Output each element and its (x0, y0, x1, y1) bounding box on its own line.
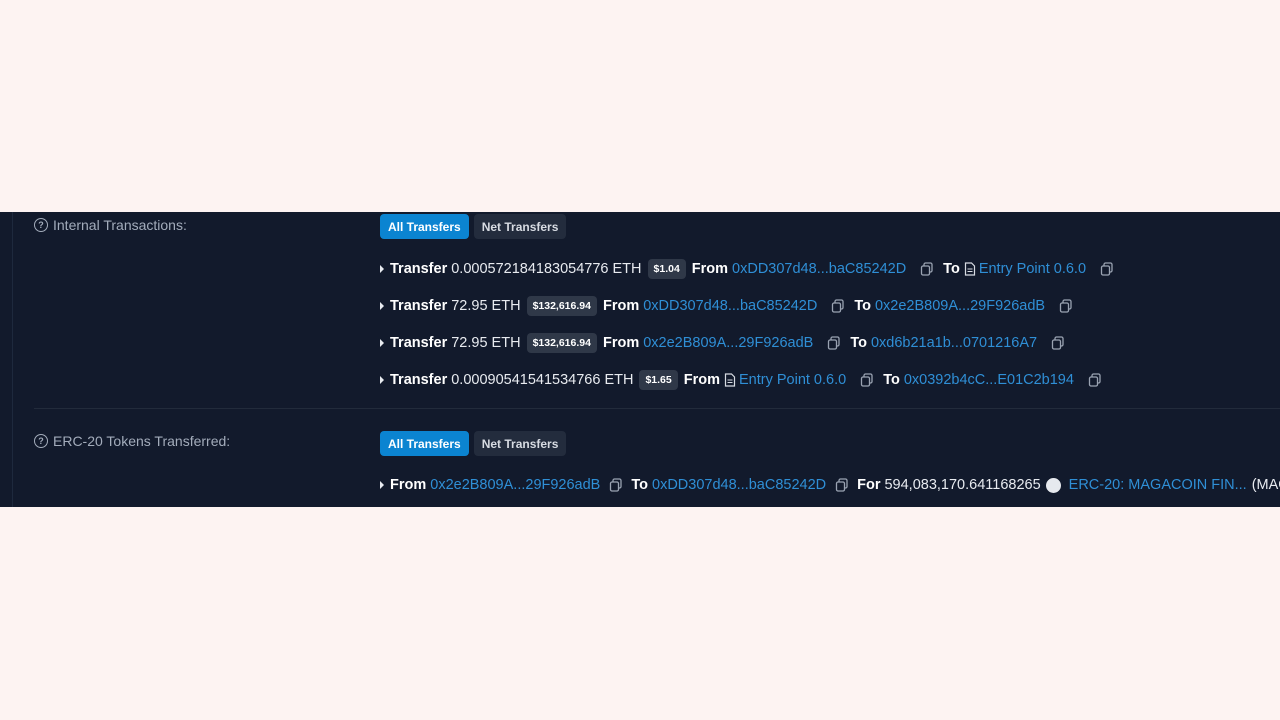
from-keyword: From (390, 477, 427, 493)
copy-icon[interactable] (827, 336, 841, 350)
erc20-transfer-tabs: All Transfers Net Transfers (380, 431, 567, 456)
transfer-amount: 72.95 ETH (451, 335, 521, 351)
to-address-link[interactable]: 0x0392b4cC...E01C2b194 (904, 372, 1074, 388)
from-address-link[interactable]: 0xDD307d48...baC85242D (732, 261, 906, 277)
help-circle-icon[interactable]: ? (34, 218, 48, 232)
token-link[interactable]: ERC-20: MAGACOIN FIN... (1069, 477, 1247, 493)
tab-net-transfers[interactable]: Net Transfers (473, 431, 567, 456)
to-keyword: To (883, 372, 900, 388)
usd-value-badge: $1.04 (647, 259, 686, 279)
copy-icon[interactable] (860, 373, 874, 387)
to-keyword: To (850, 335, 867, 351)
token-logo-icon (1045, 477, 1061, 493)
internal-transfer-tabs: All Transfers Net Transfers (380, 214, 567, 239)
usd-value-badge: $132,616.94 (526, 296, 597, 316)
caret-right-icon[interactable] (380, 265, 384, 273)
copy-icon[interactable] (920, 262, 934, 276)
copy-icon[interactable] (609, 478, 623, 492)
caret-right-icon[interactable] (380, 376, 384, 384)
copy-icon[interactable] (1100, 262, 1114, 276)
to-address-link[interactable]: 0xDD307d48...baC85242D (652, 477, 826, 493)
contract-file-icon (964, 262, 975, 276)
copy-icon[interactable] (1059, 299, 1073, 313)
transfer-keyword: Transfer (390, 298, 448, 314)
help-circle-icon[interactable]: ? (34, 434, 48, 448)
internal-transfer-row: Transfer 0.00090541541534766 ETH $1.65 F… (380, 369, 1111, 391)
from-keyword: From (683, 372, 720, 388)
panel-left-border (12, 212, 13, 507)
copy-icon[interactable] (835, 478, 849, 492)
contract-file-icon (724, 373, 736, 387)
copy-icon[interactable] (1088, 373, 1102, 387)
token-symbol: (MAG (1251, 477, 1280, 493)
transfer-amount: 72.95 ETH (451, 298, 521, 314)
transfer-amount: 0.000572184183054776 ETH (451, 261, 642, 277)
to-address-link[interactable]: 0xd6b21a1b...0701216A7 (871, 335, 1037, 351)
copy-icon[interactable] (831, 299, 845, 313)
caret-right-icon[interactable] (380, 481, 384, 489)
internal-transactions-title: Internal Transactions: (53, 217, 187, 233)
to-keyword: To (943, 261, 960, 277)
to-address-link[interactable]: 0x2e2B809A...29F926adB (875, 298, 1045, 314)
tab-net-transfers[interactable]: Net Transfers (473, 214, 567, 239)
from-address-link[interactable]: 0x2e2B809A...29F926adB (643, 335, 813, 351)
erc20-transfer-row: From 0x2e2B809A...29F926adB To 0xDD307d4… (380, 474, 1280, 496)
usd-value-badge: $1.65 (639, 370, 678, 390)
token-transfers-panel: ? Internal Transactions: All Transfers N… (0, 212, 1280, 507)
caret-right-icon[interactable] (380, 302, 384, 310)
from-address-link[interactable]: 0xDD307d48...baC85242D (643, 298, 817, 314)
token-amount: 594,083,170.641168265 (884, 477, 1041, 493)
to-keyword: To (631, 477, 648, 493)
section-divider (34, 408, 1280, 409)
from-keyword: From (602, 298, 640, 314)
internal-transfer-row: Transfer 72.95 ETH $132,616.94 From 0x2e… (380, 332, 1074, 354)
internal-transactions-label: ? Internal Transactions: (34, 217, 187, 233)
tab-all-transfers[interactable]: All Transfers (380, 431, 469, 456)
copy-icon[interactable] (1051, 336, 1065, 350)
internal-transfer-row: Transfer 72.95 ETH $132,616.94 From 0xDD… (380, 295, 1082, 317)
to-keyword: To (854, 298, 871, 314)
from-keyword: From (602, 335, 640, 351)
from-keyword: From (691, 261, 729, 277)
tab-all-transfers[interactable]: All Transfers (380, 214, 469, 239)
usd-value-badge: $132,616.94 (526, 333, 597, 353)
caret-right-icon[interactable] (380, 339, 384, 347)
transfer-amount: 0.00090541541534766 ETH (451, 372, 634, 388)
erc20-tokens-title: ERC-20 Tokens Transferred: (53, 433, 231, 449)
transfer-keyword: Transfer (390, 372, 448, 388)
internal-transfer-row: Transfer 0.000572184183054776 ETH $1.04 … (380, 258, 1123, 280)
from-address-link[interactable]: Entry Point 0.6.0 (739, 372, 846, 388)
erc20-tokens-label: ? ERC-20 Tokens Transferred: (34, 433, 230, 449)
from-address-link[interactable]: 0x2e2B809A...29F926adB (430, 477, 600, 493)
to-address-link[interactable]: Entry Point 0.6.0 (979, 261, 1086, 277)
transfer-keyword: Transfer (390, 261, 448, 277)
for-keyword: For (857, 477, 881, 493)
transfer-keyword: Transfer (390, 335, 448, 351)
